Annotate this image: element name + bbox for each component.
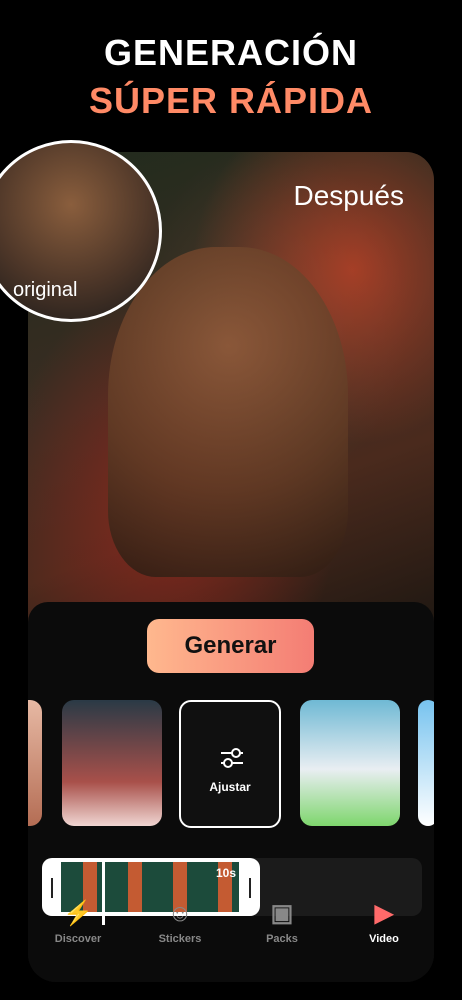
bolt-icon: ⚡ bbox=[63, 900, 93, 927]
control-panel: Generar Ajustar 10s ⚡ Discover ☺ Sticker… bbox=[28, 602, 434, 982]
adjust-label: Ajustar bbox=[209, 780, 251, 794]
nav-discover[interactable]: ⚡ Discover bbox=[38, 900, 118, 946]
bottom-navigation: ⚡ Discover ☺ Stickers ▣ Packs ▶ Video bbox=[28, 892, 434, 982]
nav-discover-label: Discover bbox=[54, 933, 102, 945]
original-label: original bbox=[13, 279, 78, 301]
nav-packs-label: Packs bbox=[266, 933, 298, 945]
nav-video-label: Video bbox=[369, 933, 399, 945]
nav-stickers[interactable]: ☺ Stickers bbox=[140, 900, 220, 946]
clip-duration: 10s bbox=[216, 866, 237, 880]
template-thumbnail-convertible[interactable] bbox=[300, 700, 400, 826]
sliders-icon bbox=[221, 748, 243, 768]
headline-line-2: SÚPER RÁPIDA bbox=[88, 80, 374, 121]
after-label: Después bbox=[293, 180, 404, 211]
nav-packs[interactable]: ▣ Packs bbox=[242, 900, 322, 946]
template-thumbnail-car[interactable] bbox=[62, 700, 162, 826]
play-icon: ▶ bbox=[374, 900, 394, 927]
generated-person-image bbox=[108, 247, 348, 577]
sticker-icon: ☺ bbox=[167, 900, 193, 927]
packs-icon: ▣ bbox=[270, 900, 294, 927]
generate-button[interactable]: Generar bbox=[147, 619, 314, 673]
template-carousel[interactable]: Ajustar bbox=[28, 700, 434, 830]
adjust-template-button[interactable]: Ajustar bbox=[179, 700, 281, 828]
nav-stickers-label: Stickers bbox=[158, 933, 202, 945]
headline-line-1: GENERACIÓN bbox=[103, 32, 359, 73]
nav-video[interactable]: ▶ Video bbox=[344, 900, 424, 946]
template-thumbnail-right-partial[interactable] bbox=[418, 700, 434, 826]
template-thumbnail-left-partial[interactable] bbox=[28, 700, 42, 826]
